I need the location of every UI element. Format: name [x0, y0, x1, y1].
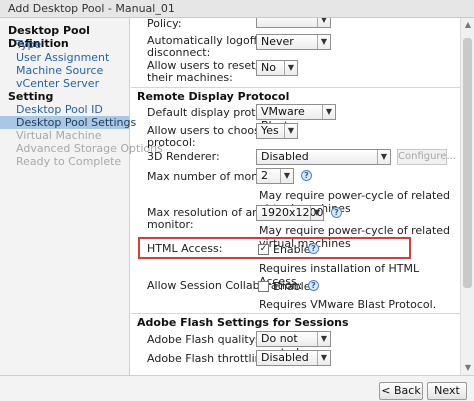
sidebar-item-ready-to-complete: Ready to Complete	[16, 155, 122, 168]
help-icon[interactable]: ?	[301, 170, 312, 181]
scroll-down-icon[interactable]: ▼	[461, 361, 474, 374]
next-button[interactable]: Next >	[427, 382, 467, 401]
policy-dropdown[interactable]: ▼	[256, 18, 331, 28]
session-collab-checkbox[interactable]	[258, 281, 269, 292]
resolution-dropdown[interactable]: 1920x1200 ▼	[256, 205, 324, 221]
chevron-down-icon: ▼	[377, 150, 390, 164]
monitors-dropdown[interactable]: 2 ▼	[256, 168, 294, 184]
help-icon[interactable]: ?	[308, 243, 319, 254]
renderer-label: 3D Renderer:	[147, 150, 220, 163]
chevron-down-icon: ▼	[317, 332, 330, 346]
help-icon[interactable]: ?	[331, 207, 342, 218]
flash-quality-label: Adobe Flash quality:	[147, 333, 259, 346]
default-protocol-dropdown[interactable]: VMware Blast▼	[256, 104, 336, 132]
html-access-checkbox[interactable]: ✓	[258, 244, 269, 255]
flash-throttling-label: Adobe Flash throttling:	[147, 352, 273, 365]
window-titlebar: Add Desktop Pool - Manual_01	[0, 0, 474, 18]
wizard-footer: < Back Next >	[0, 375, 474, 401]
chevron-down-icon: ▼	[280, 169, 293, 183]
chevron-down-icon: ▼	[317, 35, 330, 49]
adobe-flash-title: Adobe Flash Settings for Sessions	[137, 316, 349, 329]
auto-logoff-dropdown[interactable]: Never ▼	[256, 34, 331, 50]
wizard-sidebar: Desktop Pool Definition Type User Assign…	[0, 18, 163, 401]
divider	[131, 87, 460, 88]
vertical-scrollbar[interactable]: ▲ ▼	[460, 18, 474, 375]
scrollbar-thumb[interactable]	[463, 38, 472, 288]
sidebar-section-setting: Setting	[8, 90, 54, 103]
choose-protocol-label: Allow users to choose protocol:	[147, 124, 267, 149]
flash-throttling-dropdown[interactable]: Disabled ▼	[256, 350, 331, 366]
back-button[interactable]: < Back	[379, 382, 423, 400]
sidebar-item-vcenter-server[interactable]: vCenter Server	[0, 77, 129, 90]
configure-button[interactable]: Configure...	[397, 149, 456, 165]
sidebar-item-desktop-pool-settings[interactable]: Desktop Pool Settings	[0, 116, 136, 129]
scroll-up-icon[interactable]: ▲	[461, 18, 474, 31]
sidebar-item-advanced-storage: Advanced Storage Options	[16, 142, 163, 155]
sidebar-item-type[interactable]: Type	[0, 38, 129, 51]
reset-restart-dropdown[interactable]: No ▼	[256, 60, 298, 76]
chevron-down-icon: ▼	[317, 18, 330, 27]
html-access-label: HTML Access:	[147, 242, 223, 255]
policy-label: Policy:	[147, 18, 182, 30]
sidebar-item-user-assignment[interactable]: User Assignment	[0, 51, 129, 64]
window-title: Add Desktop Pool - Manual_01	[8, 2, 175, 15]
chevron-down-icon: ▼	[322, 105, 335, 119]
chevron-down-icon: ▼	[310, 206, 323, 220]
session-collab-note: Requires VMware Blast Protocol.	[259, 298, 437, 311]
chevron-down-icon: ▼	[317, 351, 330, 365]
remote-display-title: Remote Display Protocol	[137, 90, 290, 103]
sidebar-item-machine-source[interactable]: Machine Source	[0, 64, 129, 77]
sidebar-item-virtual-machine: Virtual Machine	[16, 129, 102, 142]
renderer-dropdown[interactable]: Disabled ▼	[256, 149, 391, 165]
sidebar-item-desktop-pool-id[interactable]: Desktop Pool ID	[0, 103, 129, 116]
choose-protocol-dropdown[interactable]: Yes ▼	[256, 123, 298, 139]
settings-panel: Policy: ▼ Automatically logoff after disc…	[131, 18, 460, 375]
help-icon[interactable]: ?	[308, 280, 319, 291]
chevron-down-icon: ▼	[284, 61, 297, 75]
chevron-down-icon: ▼	[284, 124, 297, 138]
divider	[131, 313, 460, 314]
flash-quality-dropdown[interactable]: Do not control▼	[256, 331, 331, 359]
